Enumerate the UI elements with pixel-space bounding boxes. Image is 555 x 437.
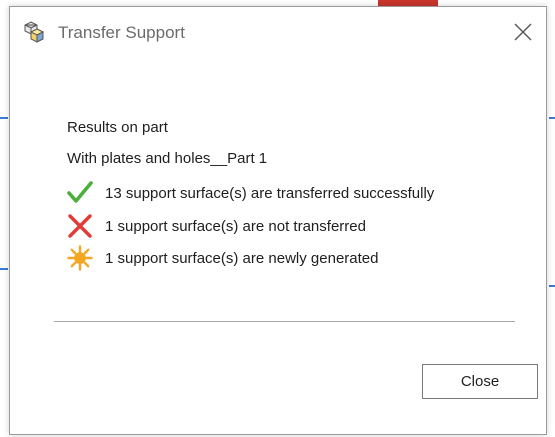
results-heading: Results on part xyxy=(67,119,168,136)
result-text: 13 support surface(s) are transferred su… xyxy=(105,184,435,202)
result-text: 1 support surface(s) are newly generated xyxy=(105,249,379,267)
dialog-title: Transfer Support xyxy=(58,23,185,42)
result-not-transferred: 1 support surface(s) are not transferred xyxy=(67,213,366,239)
parts-cubes-icon xyxy=(22,20,46,44)
check-icon xyxy=(67,180,93,206)
background-window-edge xyxy=(549,285,555,287)
cross-icon xyxy=(67,213,93,239)
close-button[interactable]: Close xyxy=(422,364,538,399)
background-window-edge xyxy=(0,268,8,270)
background-window-edge xyxy=(549,117,555,119)
divider xyxy=(54,321,515,322)
title-bar[interactable]: Transfer Support xyxy=(10,7,546,55)
background-window-edge xyxy=(0,117,8,119)
result-text: 1 support surface(s) are not transferred xyxy=(105,217,366,235)
result-transferred: 13 support surface(s) are transferred su… xyxy=(67,180,434,206)
sun-burst-icon xyxy=(67,245,93,271)
transfer-support-dialog: Transfer Support Results on part With pl… xyxy=(9,6,547,435)
close-icon[interactable] xyxy=(512,21,534,43)
part-name: With plates and holes__Part 1 xyxy=(67,150,268,167)
result-newly-generated: 1 support surface(s) are newly generated xyxy=(67,245,378,271)
